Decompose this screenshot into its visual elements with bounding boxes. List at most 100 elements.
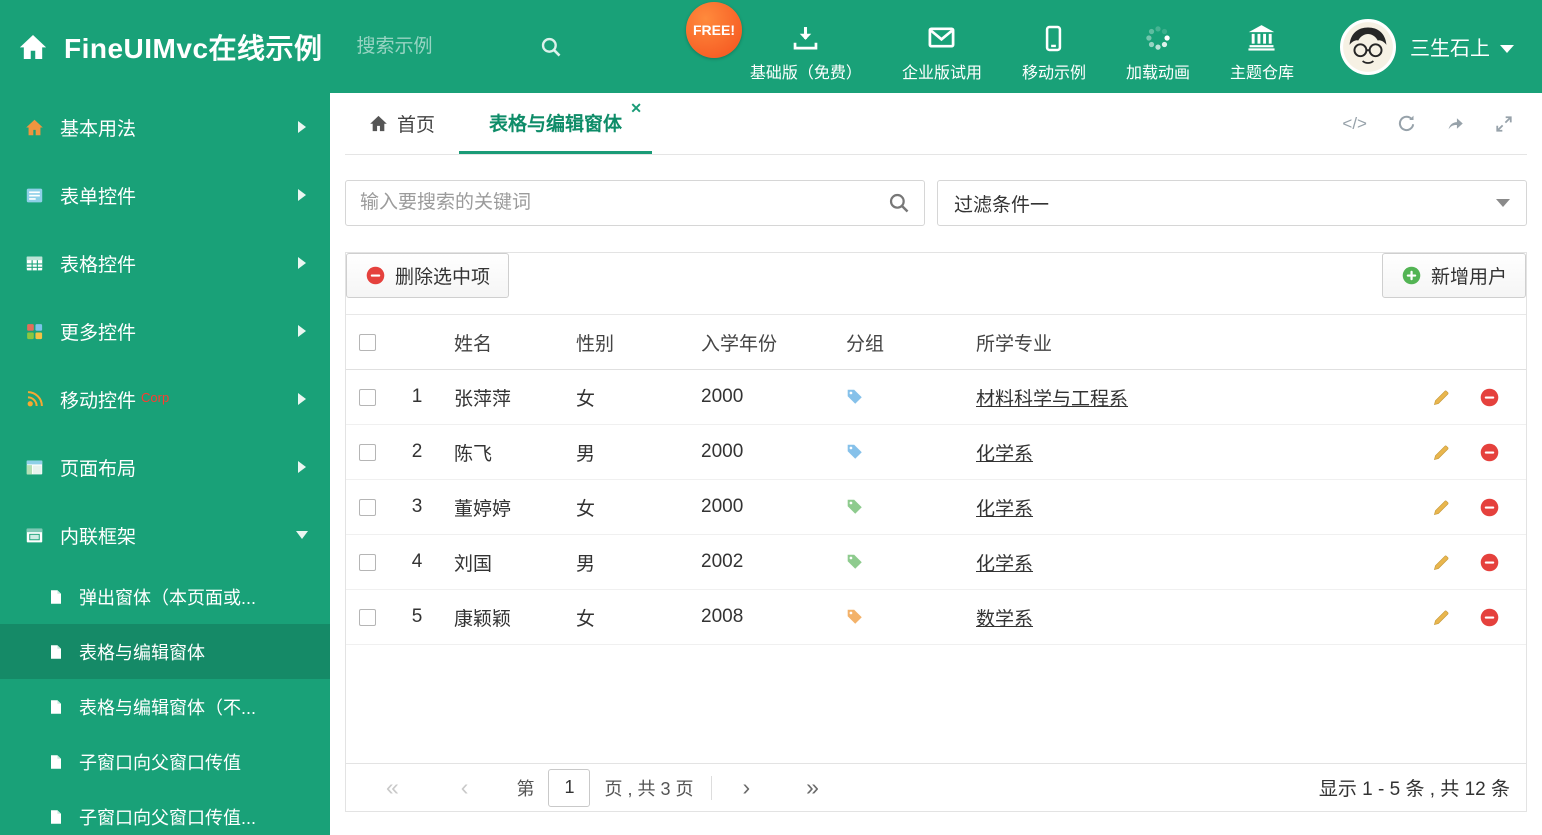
row-gender: 女 xyxy=(576,388,596,410)
row-delete-cell xyxy=(1464,552,1514,573)
search-icon[interactable] xyxy=(540,36,562,58)
chevron-right-icon xyxy=(298,121,306,133)
nav-item-label: 基础版（免费） xyxy=(749,65,862,82)
code-icon[interactable]: </> xyxy=(1342,114,1367,134)
sidebar-item-page-layout[interactable]: 页面布局 xyxy=(0,433,330,501)
next-page-button[interactable]: › xyxy=(742,776,750,799)
main-content: 首页 表格与编辑窗体 ✕ </> 输入要搜索的关键词 过滤条件一 删除选中项 新… xyxy=(330,93,1542,835)
filter-dropdown-value: 过滤条件一 xyxy=(954,194,1050,216)
sidebar-item-grid-controls[interactable]: 表格控件 xyxy=(0,229,330,297)
chevron-right-icon xyxy=(298,257,306,269)
forward-icon[interactable] xyxy=(1446,114,1465,133)
sidebar-item-basic-usage[interactable]: 基本用法 xyxy=(0,93,330,161)
nav-item-enterprise-trial[interactable]: 企业版试用 xyxy=(882,22,1002,83)
nav-item-label: 移动示例 xyxy=(1021,65,1086,82)
sidebar-subitem-child-to-parent[interactable]: 子窗口向父窗口传值 xyxy=(0,734,330,789)
row-group xyxy=(838,388,968,406)
row-edit-cell xyxy=(1418,552,1464,573)
row-year: 2000 xyxy=(701,496,744,517)
delete-icon[interactable] xyxy=(1479,607,1500,628)
row-year: 2000 xyxy=(701,441,744,462)
nav-item-loading-animation[interactable]: 加载动画 xyxy=(1106,22,1210,83)
avatar[interactable] xyxy=(1340,18,1396,75)
page-prefix-label: 第 xyxy=(516,778,535,799)
sidebar-item-label: 更多控件 xyxy=(60,322,137,344)
select-all-checkbox[interactable] xyxy=(358,333,376,351)
sidebar-item-mobile-controls[interactable]: 移动控件 Corp xyxy=(0,365,330,433)
row-year: 2008 xyxy=(701,606,744,627)
last-page-button[interactable]: » xyxy=(806,776,819,799)
row-checkbox[interactable] xyxy=(358,388,376,406)
row-checkbox[interactable] xyxy=(358,553,376,571)
table-icon xyxy=(24,253,44,273)
edit-icon[interactable] xyxy=(1431,387,1452,408)
house-icon xyxy=(24,117,44,137)
filter-dropdown[interactable]: 过滤条件一 xyxy=(937,180,1527,226)
user-menu[interactable]: 三生石上 xyxy=(1410,32,1490,61)
row-edit-cell xyxy=(1418,442,1464,463)
app-window: FineUIMvc在线示例 FREE! 基础版（免费） 企业版试用 xyxy=(0,0,1542,835)
file-icon xyxy=(46,697,66,717)
header-search xyxy=(356,35,562,58)
home-icon[interactable] xyxy=(18,32,48,62)
select-all-cell xyxy=(346,333,388,351)
header-search-input[interactable] xyxy=(356,35,507,58)
delete-icon[interactable] xyxy=(1479,442,1500,463)
delete-icon[interactable] xyxy=(1479,552,1500,573)
close-icon[interactable]: ✕ xyxy=(630,101,642,115)
major-link[interactable]: 化学系 xyxy=(976,439,1033,466)
nav-item-basic-free[interactable]: 基础版（免费） xyxy=(730,22,882,83)
free-badge: FREE! xyxy=(686,2,742,58)
sidebar-subitem-grid-edit-window-2[interactable]: 表格与编辑窗体（不... xyxy=(0,679,330,734)
row-checkbox[interactable] xyxy=(358,498,376,516)
sidebar-subitem-child-to-parent-2[interactable]: 子窗口向父窗口传值... xyxy=(0,789,330,835)
add-user-label: 新增用户 xyxy=(1430,267,1507,288)
edit-icon[interactable] xyxy=(1431,607,1452,628)
tab-label: 首页 xyxy=(397,115,436,136)
record-summary: 显示 1 - 5 条 , 共 12 条 xyxy=(1318,779,1510,800)
keyword-input[interactable] xyxy=(360,192,888,214)
sidebar-subitem-grid-edit-window[interactable]: 表格与编辑窗体 xyxy=(0,624,330,679)
search-icon[interactable] xyxy=(888,192,910,214)
sidebar-item-label: 表格控件 xyxy=(60,254,137,276)
tab-grid-edit-window[interactable]: 表格与编辑窗体 ✕ xyxy=(459,93,653,154)
edit-icon[interactable] xyxy=(1431,442,1452,463)
row-select-cell xyxy=(346,553,388,571)
edit-icon[interactable] xyxy=(1431,552,1452,573)
major-link[interactable]: 化学系 xyxy=(976,494,1033,521)
row-name: 董婷婷 xyxy=(454,498,512,520)
row-index: 5 xyxy=(411,606,423,627)
nav-item-theme-store[interactable]: 主题仓库 xyxy=(1210,22,1314,83)
row-checkbox[interactable] xyxy=(358,443,376,461)
row-checkbox[interactable] xyxy=(358,608,376,626)
col-major: 所学专业 xyxy=(976,333,1053,355)
add-user-button[interactable]: 新增用户 xyxy=(1381,253,1526,298)
first-page-button[interactable]: « xyxy=(386,776,399,799)
col-gender: 性别 xyxy=(576,333,615,355)
delete-selected-button[interactable]: 删除选中项 xyxy=(346,253,510,298)
prev-page-button[interactable]: ‹ xyxy=(461,776,469,799)
table-row: 5 康颖颖 女 2008 数学系 xyxy=(346,590,1526,645)
major-link[interactable]: 材料科学与工程系 xyxy=(976,384,1128,411)
major-link[interactable]: 化学系 xyxy=(976,549,1033,576)
tab-home[interactable]: 首页 xyxy=(345,93,459,154)
sidebar-subitem-popup-window[interactable]: 弹出窗体（本页面或... xyxy=(0,569,330,624)
expand-icon[interactable] xyxy=(1495,115,1513,133)
nav-item-mobile-demo[interactable]: 移动示例 xyxy=(1002,22,1106,83)
sidebar: 基本用法 表单控件 表格控件 更多控件 移动控件 Corp 页面布局 内联框架 … xyxy=(0,93,330,835)
chevron-down-icon xyxy=(296,531,308,539)
sidebar-item-inline-frame[interactable]: 内联框架 xyxy=(0,501,330,569)
delete-icon[interactable] xyxy=(1479,497,1500,518)
row-delete-cell xyxy=(1464,607,1514,628)
sidebar-item-more-controls[interactable]: 更多控件 xyxy=(0,297,330,365)
delete-icon[interactable] xyxy=(1479,387,1500,408)
sidebar-item-form-controls[interactable]: 表单控件 xyxy=(0,161,330,229)
envelope-icon xyxy=(927,22,956,52)
edit-icon[interactable] xyxy=(1431,497,1452,518)
row-major: 数学系 xyxy=(968,604,1418,631)
page-number-input[interactable] xyxy=(548,768,591,807)
refresh-icon[interactable] xyxy=(1397,114,1416,133)
major-link[interactable]: 数学系 xyxy=(976,604,1033,631)
layout-icon xyxy=(24,457,44,477)
chevron-right-icon xyxy=(298,393,306,405)
